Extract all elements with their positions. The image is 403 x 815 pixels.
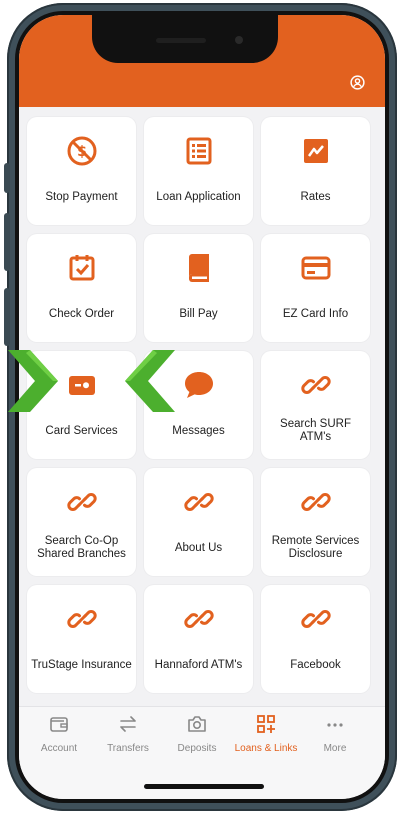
tab-account[interactable]: Account xyxy=(23,713,95,754)
profile-icon[interactable] xyxy=(350,75,365,90)
highlight-arrow-left-icon xyxy=(125,350,175,412)
tile-label: Loan Application xyxy=(156,190,241,203)
tile-label: Bill Pay xyxy=(179,307,218,320)
calendar-check-icon xyxy=(69,255,94,281)
tile-ez-card-info[interactable]: EZ Card Info xyxy=(261,234,370,342)
tab-loans-links[interactable]: Loans & Links xyxy=(230,713,302,754)
tab-label: Account xyxy=(40,743,78,754)
highlight-arrow-right-icon xyxy=(8,350,58,412)
tile-label: Remote Services Disclosure xyxy=(271,535,360,560)
tile-label: Check Order xyxy=(48,307,115,320)
tile-label: Hannaford ATM's xyxy=(154,658,243,671)
phone-frame: $ Stop Payment Loan Application Rates Ch… xyxy=(4,3,397,811)
link-icon xyxy=(66,493,97,511)
tile-label: Messages xyxy=(172,424,225,437)
tab-transfers[interactable]: Transfers xyxy=(92,713,164,754)
tile-stop-payment[interactable]: $ Stop Payment xyxy=(27,117,136,225)
book-icon xyxy=(188,254,209,282)
tile-about-us[interactable]: About Us xyxy=(144,468,253,576)
tile-rates[interactable]: Rates xyxy=(261,117,370,225)
tile-label: Rates xyxy=(300,190,331,203)
link-icon xyxy=(300,493,331,511)
tile-search-surf-atms[interactable]: Search SURF ATM's xyxy=(261,351,370,459)
tab-label: Transfers xyxy=(107,743,149,754)
tile-hannaford-atms[interactable]: Hannaford ATM's xyxy=(144,585,253,693)
tab-bar: Account Transfers Deposits Loans & Links… xyxy=(19,706,385,799)
svg-text:$: $ xyxy=(77,144,87,160)
link-icon xyxy=(300,376,331,394)
card-toggle-icon xyxy=(68,376,95,395)
tile-label: Search SURF ATM's xyxy=(280,418,351,443)
arrows-icon xyxy=(120,716,136,732)
mute-switch xyxy=(4,163,10,193)
tab-deposits[interactable]: Deposits xyxy=(161,713,233,754)
tile-label: TruStage Insurance xyxy=(31,658,132,671)
tile-label: Card Services xyxy=(45,424,118,437)
volume-up-button xyxy=(4,213,10,271)
grid-plus-icon xyxy=(257,715,275,733)
tile-label: Stop Payment xyxy=(45,190,118,203)
link-icon xyxy=(183,493,214,511)
tile-label: Facebook xyxy=(290,658,341,671)
tile-trustage-insurance[interactable]: TruStage Insurance xyxy=(27,585,136,693)
speaker xyxy=(156,38,206,43)
link-icon xyxy=(300,610,331,628)
tile-remote-services-disclosure[interactable]: Remote Services Disclosure xyxy=(261,468,370,576)
header-bar xyxy=(19,15,385,107)
link-icon xyxy=(183,610,214,628)
tile-search-coop-branches[interactable]: Search Co-Op Shared Branches xyxy=(27,468,136,576)
no-money-icon: $ xyxy=(67,136,96,166)
notch xyxy=(92,15,278,63)
screen: $ Stop Payment Loan Application Rates Ch… xyxy=(19,15,385,799)
ellipsis-icon xyxy=(327,723,343,727)
tile-label: About Us xyxy=(174,541,223,554)
front-camera xyxy=(235,36,243,44)
tile-label: EZ Card Info xyxy=(282,307,349,320)
tile-bill-pay[interactable]: Bill Pay xyxy=(144,234,253,342)
tile-loan-application[interactable]: Loan Application xyxy=(144,117,253,225)
wallet-icon xyxy=(50,717,68,732)
camera-icon xyxy=(188,716,206,732)
tile-check-order[interactable]: Check Order xyxy=(27,234,136,342)
volume-down-button xyxy=(4,288,10,346)
tile-label: Search Co-Op Shared Branches xyxy=(37,535,126,560)
tab-more[interactable]: More xyxy=(299,713,371,754)
list-document-icon xyxy=(186,137,211,165)
speech-bubble-icon xyxy=(184,372,213,398)
home-indicator xyxy=(144,784,264,789)
card-icon xyxy=(301,256,330,280)
tab-label: Loans & Links xyxy=(234,743,298,754)
tab-label: Deposits xyxy=(177,743,217,754)
link-icon xyxy=(66,610,97,628)
tile-facebook[interactable]: Facebook xyxy=(261,585,370,693)
tab-label: More xyxy=(323,743,347,754)
bezel: $ Stop Payment Loan Application Rates Ch… xyxy=(15,11,389,803)
line-chart-icon xyxy=(303,139,328,163)
